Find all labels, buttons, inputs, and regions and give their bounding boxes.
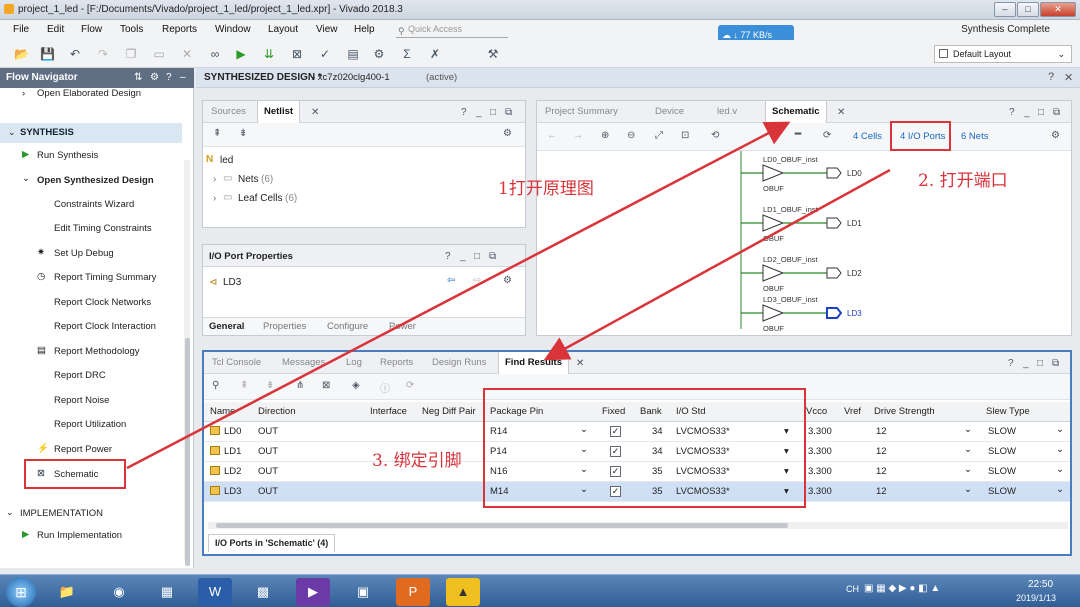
arrow-to-find-results [543, 168, 891, 361]
start-button-icon[interactable]: ⊞ [6, 577, 36, 607]
chrome-icon[interactable]: ◉ [102, 578, 136, 606]
word-icon[interactable]: W [198, 578, 232, 606]
annotation-open-ports: 2. 打开端口 [918, 171, 1008, 191]
arrow-to-schematic-tab [126, 121, 791, 470]
annotation-open-schematic: 1打开原理图 [498, 179, 594, 199]
annotation-bind-pins: 3. 绑定引脚 [372, 451, 462, 471]
annotation-arrows [126, 121, 891, 470]
taskbar: ⊞ 📁 ◉ ▦ W ▩ ▶ ▣ P ▲ CH ▣ ▦ ◆ ▶ ● ◧ ▲ 22:… [0, 574, 1080, 607]
tray-icons[interactable]: ▣ ▦ ◆ ▶ ● ◧ ▲ [864, 583, 940, 594]
chart-app-icon[interactable]: ▦ [150, 578, 184, 606]
window-app-icon[interactable]: ▣ [346, 578, 380, 606]
pdf-icon[interactable]: P [396, 578, 430, 606]
vivado-taskbar-icon[interactable]: ▲ [446, 578, 480, 606]
clock-date: 2019/1/13 [1016, 593, 1057, 603]
visual-studio-icon[interactable]: ▶ [296, 578, 330, 606]
calculator-icon[interactable]: ▩ [246, 578, 280, 606]
explorer-icon[interactable]: 📁 [50, 578, 84, 606]
clock-time: 22:50 [1028, 579, 1054, 590]
language-indicator[interactable]: CH [846, 584, 859, 594]
